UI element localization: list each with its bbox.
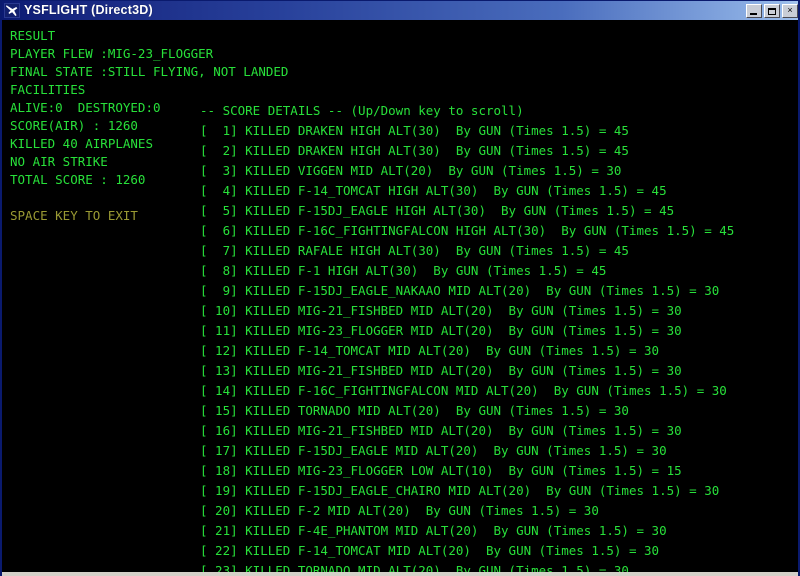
score-entry-row: [ 3] KILLED VIGGEN MID ALT(20) By GUN (T… xyxy=(200,163,622,178)
window-title: YSFLIGHT (Direct3D) xyxy=(24,3,153,17)
summary-line-facilities: FACILITIES xyxy=(10,82,86,97)
summary-blank-line xyxy=(10,189,210,207)
score-entry-row: [ 12] KILLED F-14_TOMCAT MID ALT(20) By … xyxy=(200,343,660,358)
score-entry-row: [ 9] KILLED F-15DJ_EAGLE_NAKAAO MID ALT(… xyxy=(200,283,720,298)
score-entry-row: [ 22] KILLED F-14_TOMCAT MID ALT(20) By … xyxy=(200,543,660,558)
minimize-button[interactable] xyxy=(746,3,762,18)
score-entry-row: [ 4] KILLED F-14_TOMCAT HIGH ALT(30) By … xyxy=(200,183,667,198)
score-entry-row: [ 19] KILLED F-15DJ_EAGLE_CHAIRO MID ALT… xyxy=(200,483,720,498)
minimize-icon xyxy=(750,12,757,15)
score-entry-row: [ 5] KILLED F-15DJ_EAGLE HIGH ALT(30) By… xyxy=(200,203,675,218)
maximize-icon xyxy=(768,7,776,15)
ysflight-window: YSFLIGHT (Direct3D) × RESULT PLAYER FLEW… xyxy=(0,0,800,576)
score-entry-row: [ 16] KILLED MIG-21_FISHBED MID ALT(20) … xyxy=(200,423,682,438)
score-entry-row: [ 14] KILLED F-16C_FIGHTINGFALCON MID AL… xyxy=(200,383,727,398)
summary-line-total-score: TOTAL SCORE : 1260 xyxy=(10,172,146,187)
score-entry-row: [ 8] KILLED F-1 HIGH ALT(30) By GUN (Tim… xyxy=(200,263,607,278)
score-entry-row: [ 6] KILLED F-16C_FIGHTINGFALCON HIGH AL… xyxy=(200,223,735,238)
summary-line-killed-airplanes: KILLED 40 AIRPLANES xyxy=(10,136,153,151)
result-summary-panel: RESULT PLAYER FLEW :MIG-23_FLOGGER FINAL… xyxy=(10,27,289,225)
score-entry-row: [ 1] KILLED DRAKEN HIGH ALT(30) By GUN (… xyxy=(200,123,629,138)
maximize-button[interactable] xyxy=(764,3,780,18)
summary-line-player-flew: PLAYER FLEW :MIG-23_FLOGGER xyxy=(10,46,214,61)
summary-line-score-air: SCORE(AIR) : 1260 xyxy=(10,118,138,133)
title-bar[interactable]: YSFLIGHT (Direct3D) × xyxy=(2,1,798,20)
summary-line-air-strike: NO AIR STRIKE xyxy=(10,154,108,169)
window-controls: × xyxy=(746,3,798,18)
score-entry-row: [ 17] KILLED F-15DJ_EAGLE MID ALT(20) By… xyxy=(200,443,667,458)
summary-line-facility-counts: ALIVE:0 DESTROYED:0 xyxy=(10,100,161,115)
score-entry-row: [ 2] KILLED DRAKEN HIGH ALT(30) By GUN (… xyxy=(200,143,629,158)
score-details-panel[interactable]: -- SCORE DETAILS -- (Up/Down key to scro… xyxy=(200,101,798,573)
exit-hint: SPACE KEY TO EXIT xyxy=(10,208,138,223)
score-entry-row: [ 20] KILLED F-2 MID ALT(20) By GUN (Tim… xyxy=(200,503,599,518)
summary-line-result: RESULT xyxy=(10,28,56,43)
game-canvas[interactable]: RESULT PLAYER FLEW :MIG-23_FLOGGER FINAL… xyxy=(2,20,798,573)
score-entry-row: [ 7] KILLED RAFALE HIGH ALT(30) By GUN (… xyxy=(200,243,629,258)
score-entry-row: [ 18] KILLED MIG-23_FLOGGER LOW ALT(10) … xyxy=(200,463,682,478)
close-icon: × xyxy=(787,5,793,15)
score-entry-row: [ 10] KILLED MIG-21_FISHBED MID ALT(20) … xyxy=(200,303,682,318)
close-button[interactable]: × xyxy=(782,3,798,18)
score-entry-row: [ 11] KILLED MIG-23_FLOGGER MID ALT(20) … xyxy=(200,323,682,338)
window-bottom-edge xyxy=(2,572,798,576)
score-entry-row: [ 13] KILLED MIG-21_FISHBED MID ALT(20) … xyxy=(200,363,682,378)
score-entry-row: [ 21] KILLED F-4E_PHANTOM MID ALT(20) By… xyxy=(200,523,667,538)
airplane-icon xyxy=(4,3,20,18)
score-entry-row: [ 15] KILLED TORNADO MID ALT(20) By GUN … xyxy=(200,403,629,418)
summary-line-final-state: FINAL STATE :STILL FLYING, NOT LANDED xyxy=(10,64,289,79)
score-details-header: -- SCORE DETAILS -- (Up/Down key to scro… xyxy=(200,103,524,118)
